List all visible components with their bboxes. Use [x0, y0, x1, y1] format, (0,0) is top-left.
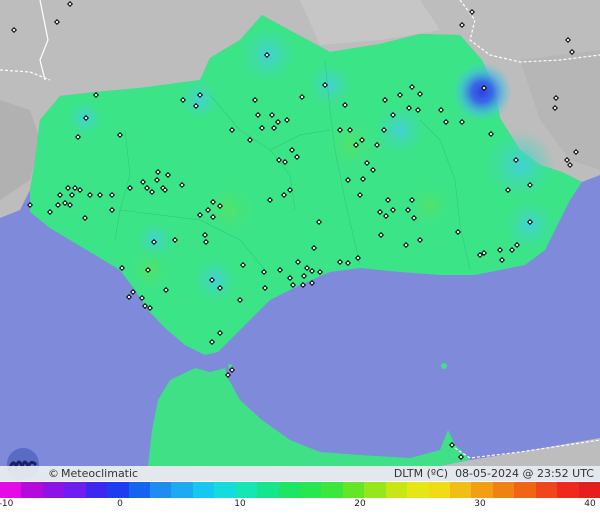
color-scale-swatch: [557, 482, 580, 498]
color-scale-swatch: [407, 482, 430, 498]
color-scale-swatch: [514, 482, 537, 498]
color-scale-swatch: [64, 482, 87, 498]
color-scale-swatch: [278, 482, 301, 498]
color-scale-swatch: [214, 482, 237, 498]
datetime-label: 08-05-2024 @ 23:52 UTC: [455, 467, 594, 480]
color-scale-swatch: [235, 482, 258, 498]
color-scale-swatch: [492, 482, 515, 498]
color-scale-swatch: [471, 482, 494, 498]
color-scale-swatch: [150, 482, 172, 498]
color-scale-tick: 0: [117, 499, 123, 509]
brand-name[interactable]: Meteoclimatic: [61, 467, 138, 480]
color-scale-swatch: [450, 482, 472, 498]
color-scale-legend: -10 0 10 20 30 40: [0, 481, 600, 517]
color-scale-swatch: [385, 482, 408, 498]
timestamp-label: DLTM (ºC) 08-05-2024 @ 23:52 UTC: [394, 467, 594, 480]
color-scale-swatch: [192, 482, 215, 498]
color-scale-swatch: [257, 482, 280, 498]
brand-credit: © Meteoclimatic: [48, 467, 138, 480]
info-bar: © Meteoclimatic DLTM (ºC) 08-05-2024 @ 23…: [0, 466, 600, 481]
color-scale-tick: 40: [584, 499, 596, 509]
color-scale-swatch: [107, 482, 130, 498]
color-scale-swatch: [21, 482, 44, 498]
color-scale-swatch: [535, 482, 558, 498]
copyright-symbol: ©: [48, 467, 59, 480]
color-scale-swatch: [428, 482, 451, 498]
color-scale-bar: [0, 482, 600, 498]
color-scale-swatch: [0, 482, 22, 498]
variable-label: DLTM (ºC): [393, 467, 449, 480]
map-canvas[interactable]: [0, 0, 600, 517]
color-scale-tick: 30: [474, 499, 486, 509]
color-scale-swatch: [128, 482, 151, 498]
color-scale-tick: 20: [354, 499, 366, 509]
color-scale-swatch: [342, 482, 365, 498]
color-scale-swatch: [321, 482, 344, 498]
color-scale-swatch: [85, 482, 108, 498]
island: [441, 363, 447, 369]
color-scale-swatch: [300, 482, 322, 498]
color-scale-swatch: [364, 482, 387, 498]
color-scale-tick: -10: [0, 499, 14, 509]
cold-spot: [452, 62, 512, 122]
color-scale-swatch: [42, 482, 65, 498]
color-scale-swatch: [171, 482, 194, 498]
color-scale-tick: 10: [234, 499, 246, 509]
color-scale-swatch: [578, 482, 600, 498]
